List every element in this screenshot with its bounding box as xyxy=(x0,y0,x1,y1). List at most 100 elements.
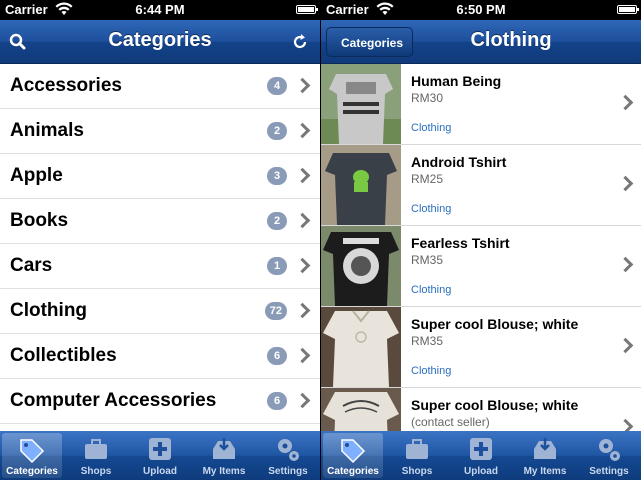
category-row-apple[interactable]: Apple 3 xyxy=(0,154,320,199)
product-thumbnail xyxy=(321,388,401,431)
tab-settings[interactable]: Settings xyxy=(577,431,641,480)
tab-my-items[interactable]: My Items xyxy=(513,431,577,480)
tab-label: My Items xyxy=(202,466,246,477)
chevron-right-icon xyxy=(294,347,311,364)
tab-shops[interactable]: Shops xyxy=(385,431,449,480)
category-row-computer-accessories[interactable]: Computer Accessories 6 xyxy=(0,379,320,424)
category-label: Animals xyxy=(10,120,84,141)
chevron-right-icon xyxy=(617,337,634,354)
count-badge: 1 xyxy=(267,257,287,275)
briefcase-icon xyxy=(406,439,428,459)
chevron-right-icon xyxy=(617,418,634,431)
tab-label: Categories xyxy=(6,466,58,477)
navigation-bar: Categories xyxy=(0,20,320,64)
chevron-right-icon xyxy=(294,122,311,139)
product-price: RM25 xyxy=(411,172,444,186)
tab-bar: Categories Shops Upload My Items Setting… xyxy=(321,431,641,480)
product-row[interactable]: Android Tshirt RM25 Clothing xyxy=(321,145,641,226)
category-label: Collectibles xyxy=(10,345,117,366)
inbox-icon xyxy=(213,438,235,459)
product-name: Super cool Blouse; white xyxy=(411,316,579,332)
product-price: RM30 xyxy=(411,91,444,105)
product-name: Fearless Tshirt xyxy=(411,235,510,251)
product-row[interactable]: Super cool Blouse; white (contact seller… xyxy=(321,388,641,431)
battery-icon xyxy=(617,5,639,14)
chevron-right-icon xyxy=(617,256,634,273)
tab-label: Settings xyxy=(589,466,629,477)
count-badge: 4 xyxy=(267,77,287,95)
tab-label: Upload xyxy=(143,466,177,477)
category-label: Clothing xyxy=(10,300,88,321)
page-title: Categories xyxy=(108,29,212,51)
category-label: Cars xyxy=(10,255,53,276)
count-badge: 72 xyxy=(264,302,287,320)
tab-label: My Items xyxy=(523,466,567,477)
category-label: Books xyxy=(10,210,69,231)
status-time: 6:50 PM xyxy=(456,2,506,17)
chevron-right-icon xyxy=(617,175,634,192)
refresh-icon[interactable] xyxy=(290,32,310,52)
tab-label: Settings xyxy=(268,466,308,477)
count-badge: 2 xyxy=(267,122,287,140)
battery-icon xyxy=(296,5,318,14)
status-bar: Carrier 6:50 PM xyxy=(321,0,641,20)
product-name: Human Being xyxy=(411,73,502,89)
product-row[interactable]: Human Being RM30 Clothing xyxy=(321,64,641,145)
category-row-collectibles[interactable]: Collectibles 6 xyxy=(0,334,320,379)
chevron-right-icon xyxy=(294,392,311,409)
count-badge: 6 xyxy=(267,392,287,410)
tab-label: Upload xyxy=(464,466,498,477)
briefcase-icon xyxy=(85,439,107,459)
tab-upload[interactable]: Upload xyxy=(128,431,192,480)
product-thumbnail xyxy=(321,64,401,144)
product-price: RM35 xyxy=(411,334,444,348)
tab-label: Categories xyxy=(327,466,379,477)
product-price: RM35 xyxy=(411,253,444,267)
tab-categories[interactable]: Categories xyxy=(2,433,62,478)
tab-my-items[interactable]: My Items xyxy=(192,431,256,480)
category-row-clothing[interactable]: Clothing 72 xyxy=(0,289,320,334)
product-category: Clothing xyxy=(411,284,452,296)
chevron-right-icon xyxy=(294,257,311,274)
categories-screen: Carrier 6:44 PM Categories Accessories 4… xyxy=(0,0,320,480)
count-badge: 3 xyxy=(267,167,287,185)
category-row-animals[interactable]: Animals 2 xyxy=(0,109,320,154)
tab-bar: Categories Shops Upload My Items Setting… xyxy=(0,431,320,480)
count-badge: 6 xyxy=(267,347,287,365)
tab-shops[interactable]: Shops xyxy=(64,431,128,480)
product-category: Clothing xyxy=(411,365,452,377)
product-list: Human Being RM30 Clothing Android Tshirt… xyxy=(321,64,641,431)
product-price: (contact seller) xyxy=(411,415,490,429)
product-row[interactable]: Super cool Blouse; white RM35 Clothing xyxy=(321,307,641,388)
tag-icon xyxy=(20,439,45,464)
product-name: Super cool Blouse; white xyxy=(411,397,579,413)
status-time: 6:44 PM xyxy=(135,2,185,17)
category-row-accessories[interactable]: Accessories 4 xyxy=(0,64,320,109)
tab-upload[interactable]: Upload xyxy=(449,431,513,480)
category-label: Computer Accessories xyxy=(10,390,217,411)
plus-box-icon xyxy=(149,438,171,460)
tab-categories[interactable]: Categories xyxy=(323,433,383,478)
product-category: Clothing xyxy=(411,122,452,134)
page-title: Clothing xyxy=(470,29,552,51)
category-row-books[interactable]: Books 2 xyxy=(0,199,320,244)
tab-label: Shops xyxy=(401,466,433,477)
plus-box-icon xyxy=(470,438,492,460)
category-list: Accessories 4 Animals 2 Apple 3 Books 2 … xyxy=(0,64,320,431)
category-label: Apple xyxy=(10,165,63,186)
category-row-cars[interactable]: Cars 1 xyxy=(0,244,320,289)
navigation-bar: Categories Clothing xyxy=(321,20,641,64)
tag-icon xyxy=(341,439,366,464)
product-thumbnail xyxy=(321,145,401,225)
product-thumbnail xyxy=(321,307,401,387)
category-label: Accessories xyxy=(10,75,122,96)
count-badge: 2 xyxy=(267,212,287,230)
chevron-right-icon xyxy=(294,167,311,184)
product-thumbnail xyxy=(321,226,401,306)
gears-icon xyxy=(278,439,299,461)
clothing-screen: Carrier 6:50 PM Categories Clothing Huma… xyxy=(321,0,641,480)
chevron-right-icon xyxy=(294,77,311,94)
product-row[interactable]: Fearless Tshirt RM35 Clothing xyxy=(321,226,641,307)
tab-settings[interactable]: Settings xyxy=(256,431,320,480)
chevron-right-icon xyxy=(617,94,634,111)
